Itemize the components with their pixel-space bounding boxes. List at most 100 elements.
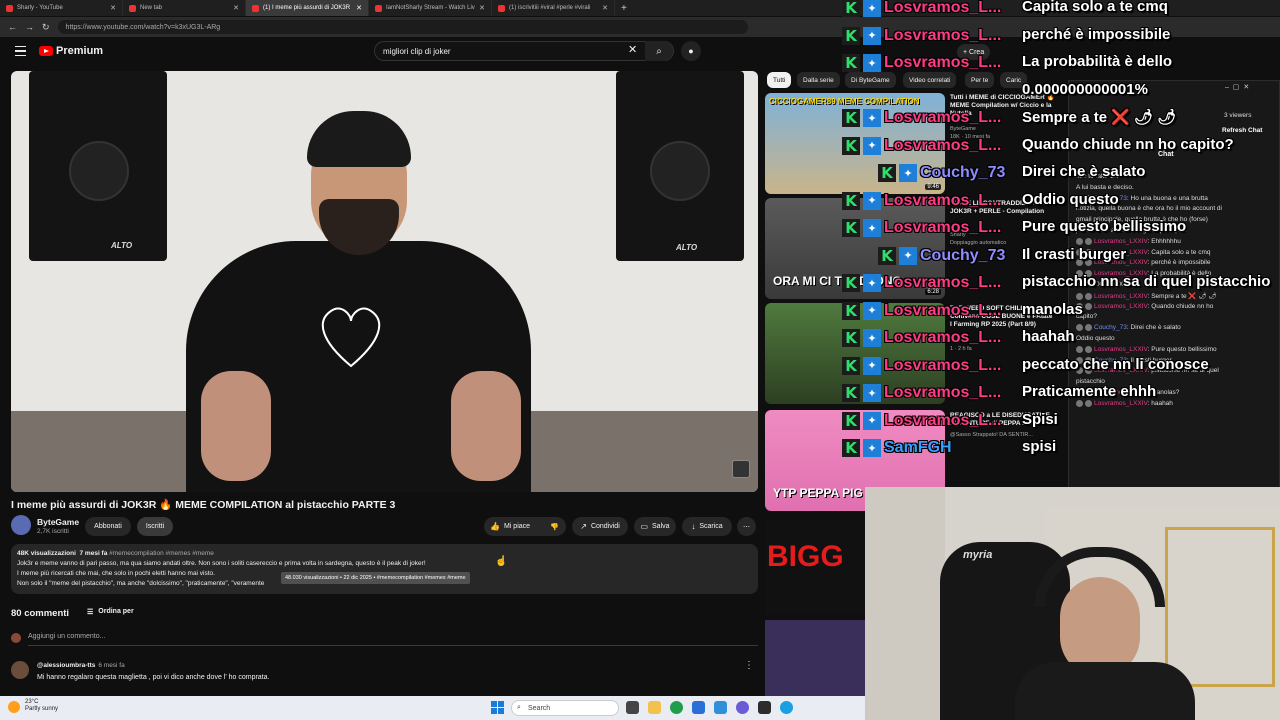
store-icon[interactable] (692, 701, 705, 714)
windows-start-icon[interactable] (491, 701, 504, 714)
like-label: Mi piace (503, 523, 531, 530)
description-tags[interactable]: #memecompilation #memes #meme (109, 550, 214, 557)
join-button[interactable]: Abbonati (85, 517, 131, 536)
tab-favicon-icon (252, 4, 259, 12)
save-button[interactable]: ▭ Salva (634, 517, 676, 536)
chair-brand-label: myria (963, 549, 993, 561)
browser-tab[interactable]: New tab ✕ (123, 0, 246, 16)
chat-username[interactable]: Losvramos_LXXIV (1094, 293, 1148, 300)
close-tab-icon[interactable]: ✕ (110, 4, 116, 12)
reload-icon[interactable]: ↻ (42, 22, 50, 33)
overlay-chat-user: K ✦ Losvramos_L... (842, 0, 1001, 21)
chat-username[interactable]: Losvramos_LXXIV (1094, 303, 1148, 310)
kick-badge-icon: K (842, 439, 860, 457)
more-actions-button[interactable]: ⋯ (737, 517, 756, 536)
file-explorer-icon[interactable] (648, 701, 661, 714)
weather-temp: 23°C (25, 699, 39, 705)
channel-avatar[interactable] (11, 515, 31, 535)
subscribed-button[interactable]: Iscritti (137, 517, 173, 536)
maximize-icon[interactable]: ▢ (1233, 84, 1240, 91)
filter-chip[interactable]: Dalla serie (797, 72, 840, 88)
youtube-logo[interactable]: Premium (39, 45, 103, 57)
like-button[interactable]: 👍 Mi piace 👎 (484, 517, 566, 536)
taskbar-search[interactable]: ⌕ Search (511, 700, 619, 716)
download-label: Scarica (699, 523, 723, 530)
clear-search-icon[interactable]: ✕ (628, 43, 637, 56)
chat-badge-icon (1085, 237, 1092, 245)
chat-badge-icon (1076, 345, 1083, 353)
kick-badge-icon: K (842, 136, 860, 155)
overlay-chat-user: K ✦ Losvramos_L... (842, 298, 1001, 324)
overlay-chat-message: manolas (1022, 300, 1083, 318)
share-label: Condividi (590, 523, 620, 530)
menu-icon[interactable] (15, 46, 26, 56)
task-view-icon[interactable] (626, 701, 639, 714)
video-player[interactable]: ALTO ALTO (11, 71, 758, 492)
close-tab-icon[interactable]: ✕ (479, 4, 485, 12)
recommendation-thumbnail-partial[interactable]: BIGG (765, 520, 865, 615)
filter-chip[interactable]: Tutti (767, 72, 792, 88)
edge-icon[interactable] (780, 701, 793, 714)
overlay-chat-user: K ✦ Couchy_73 (878, 243, 1005, 269)
obs-icon[interactable] (758, 701, 771, 714)
refresh-chat-button[interactable]: Refresh Chat (1222, 127, 1262, 134)
close-tab-icon[interactable]: ✕ (233, 4, 239, 12)
close-icon[interactable]: ✕ (1243, 84, 1249, 91)
comment-author[interactable]: @alessioumbra-tts 6 mesi fa (37, 662, 125, 669)
platform-badge-icon: ✦ (863, 54, 881, 72)
platform-badge-icon: ✦ (863, 384, 881, 402)
app-icon[interactable] (714, 701, 727, 714)
back-icon[interactable]: ← (8, 22, 17, 32)
kick-badge-icon: K (842, 301, 860, 320)
browser-tab[interactable]: (1) iscrivitiii #viral #perle #virali ✕ (492, 0, 615, 16)
channel-name[interactable]: ByteGame (37, 517, 79, 527)
chat-text: Quando chiude nn ho (1151, 302, 1214, 310)
thumbs-down-icon[interactable]: 👎 (550, 523, 559, 531)
close-tab-icon[interactable]: ✕ (602, 4, 608, 12)
close-tab-icon[interactable]: ✕ (356, 4, 362, 12)
tab-title: (1) I meme più assurdi di JOK3R (263, 5, 351, 11)
tab-title: New tab (140, 5, 163, 11)
overlay-username: Couchy_73 (920, 164, 1006, 181)
video-description[interactable]: 48K visualizzazioni 7 mesi fa #memecompi… (11, 544, 758, 594)
minimize-icon[interactable]: – (1225, 84, 1229, 91)
more-icon: ⋯ (743, 523, 750, 531)
chat-username[interactable]: Losvramos_LXXIV (1094, 400, 1148, 407)
webcam-wall (865, 487, 945, 720)
overlay-username: Losvramos_L... (884, 191, 1002, 209)
voice-search-button[interactable]: ● (681, 41, 701, 61)
recommendation-thumbnail-partial[interactable] (765, 620, 865, 696)
download-button[interactable]: ↓ Scarica (682, 517, 732, 536)
weather-icon[interactable] (8, 701, 20, 713)
forward-icon[interactable]: → (25, 22, 34, 32)
comment-menu-icon[interactable]: ⋮ (744, 660, 754, 671)
kick-badge-icon: K (878, 246, 896, 265)
share-icon: ↗ (580, 522, 587, 531)
chat-username[interactable]: Losvramos_LXXIV (1094, 346, 1148, 353)
chat-text: Capita solo a te cmq (1151, 248, 1211, 256)
overlay-chat-message: Sempre a te ❌ 🌶 🌶 (1022, 109, 1177, 126)
chat-text: Direi che è salato (1130, 324, 1181, 332)
browser-tab[interactable]: IamNotSharly Stream - Watch Liv ✕ (369, 0, 492, 16)
browser-tab[interactable]: Sharly - YouTube ✕ (0, 0, 123, 16)
discord-icon[interactable] (736, 701, 749, 714)
share-button[interactable]: ↗ Condividi (572, 517, 628, 536)
url-field[interactable]: https://www.youtube.com/watch?v=k3xUG3L-… (57, 20, 748, 34)
new-tab-icon[interactable]: + (621, 3, 627, 14)
save-label: Salva (652, 523, 670, 530)
chrome-icon[interactable] (670, 701, 683, 714)
chat-username[interactable]: Losvramos_LXXIV (1094, 238, 1148, 245)
sort-comments-button[interactable]: ☰ Ordina per (87, 608, 134, 616)
comment-time: 6 mesi fa (98, 662, 125, 669)
search-button[interactable]: ⌕ (645, 41, 673, 61)
chat-username[interactable]: Couchy_73 (1094, 324, 1127, 331)
overlay-chat-message: Quando chiude nn ho capito? (1022, 135, 1234, 153)
overlay-chat-user: K ✦ Losvramos_L... (842, 408, 1001, 434)
commenter-avatar[interactable] (11, 661, 29, 679)
weather-widget[interactable]: 23°C Partly sunny (25, 699, 58, 713)
browser-tab[interactable]: (1) I meme più assurdi di JOK3R ✕ (246, 0, 369, 16)
platform-badge-icon: ✦ (863, 136, 881, 155)
overlay-chat-message: Praticamente ehhh (1022, 383, 1157, 400)
tab-favicon-icon (498, 4, 505, 12)
add-comment-input[interactable]: Aggiungi un commento... (28, 633, 105, 640)
